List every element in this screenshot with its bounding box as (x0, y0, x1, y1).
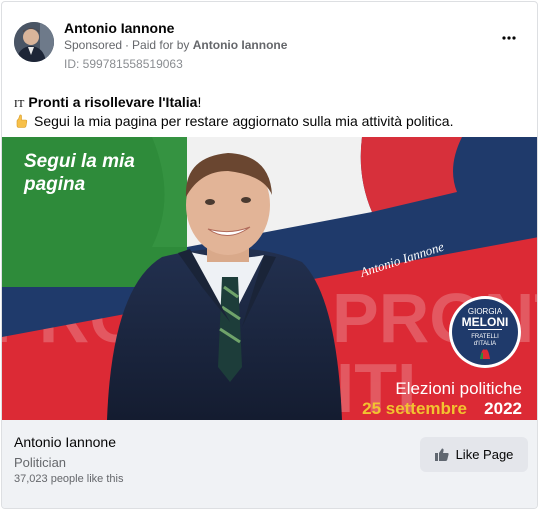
post-headline: IT Pronti a risollevare l'Italia! (14, 94, 201, 110)
logo-middle: MELONI (462, 315, 509, 329)
banner-graphic: PRONTI PRONTI PRONTI Segui la mia pagina (2, 137, 537, 420)
like-page-label: Like Page (455, 447, 514, 462)
pointing-hand-icon (14, 114, 28, 128)
more-options-icon[interactable] (499, 28, 519, 48)
page-likes-count: 37,023 people like this (14, 473, 124, 485)
page-category: Politician (14, 455, 67, 470)
like-page-button[interactable]: Like Page (420, 437, 528, 472)
paid-for-by: Antonio Iannone (192, 38, 288, 52)
italy-flag-icon: IT (14, 98, 25, 110)
page-card: Antonio Iannone Politician 37,023 people… (2, 420, 537, 508)
paid-for-prefix: Paid for by (132, 38, 190, 52)
election-day: 25 settembre (362, 399, 467, 418)
sponsored-label: Sponsored (64, 38, 123, 52)
logo-bottom-2: d'ITALIA (474, 341, 496, 347)
logo-bottom-1: FRATELLI (471, 334, 499, 340)
headline-text: Pronti a risollevare l'Italia (28, 94, 198, 110)
post-body: Segui la mia pagina per restare aggiorna… (14, 113, 453, 129)
sponsored-post: Antonio Iannone Sponsored · Paid for by An… (1, 1, 538, 509)
follow-line-2: pagina (23, 174, 86, 195)
author-name[interactable]: Antonio Iannone (64, 20, 174, 36)
election-year: 2022 (484, 399, 522, 418)
thumbs-up-icon (434, 448, 449, 461)
page-name[interactable]: Antonio Iannone (14, 434, 116, 450)
headline-suffix: ! (197, 94, 202, 110)
follow-line-1: Segui la mia (24, 151, 135, 172)
post-header: Antonio Iannone Sponsored · Paid for by An… (14, 20, 529, 71)
ad-id: ID: 599781558519063 (64, 57, 183, 71)
elections-label: Elezioni politiche (395, 379, 522, 398)
body-text: Segui la mia pagina per restare aggiorna… (34, 113, 454, 129)
avatar[interactable] (14, 22, 54, 62)
fratelli-ditalia-logo: GIORGIA MELONI FRATELLI d'ITALIA (449, 296, 521, 368)
sponsored-line: Sponsored · Paid for by Antonio Iannone (64, 38, 288, 52)
ad-image[interactable]: PRONTI PRONTI PRONTI Segui la mia pagina (2, 137, 537, 420)
